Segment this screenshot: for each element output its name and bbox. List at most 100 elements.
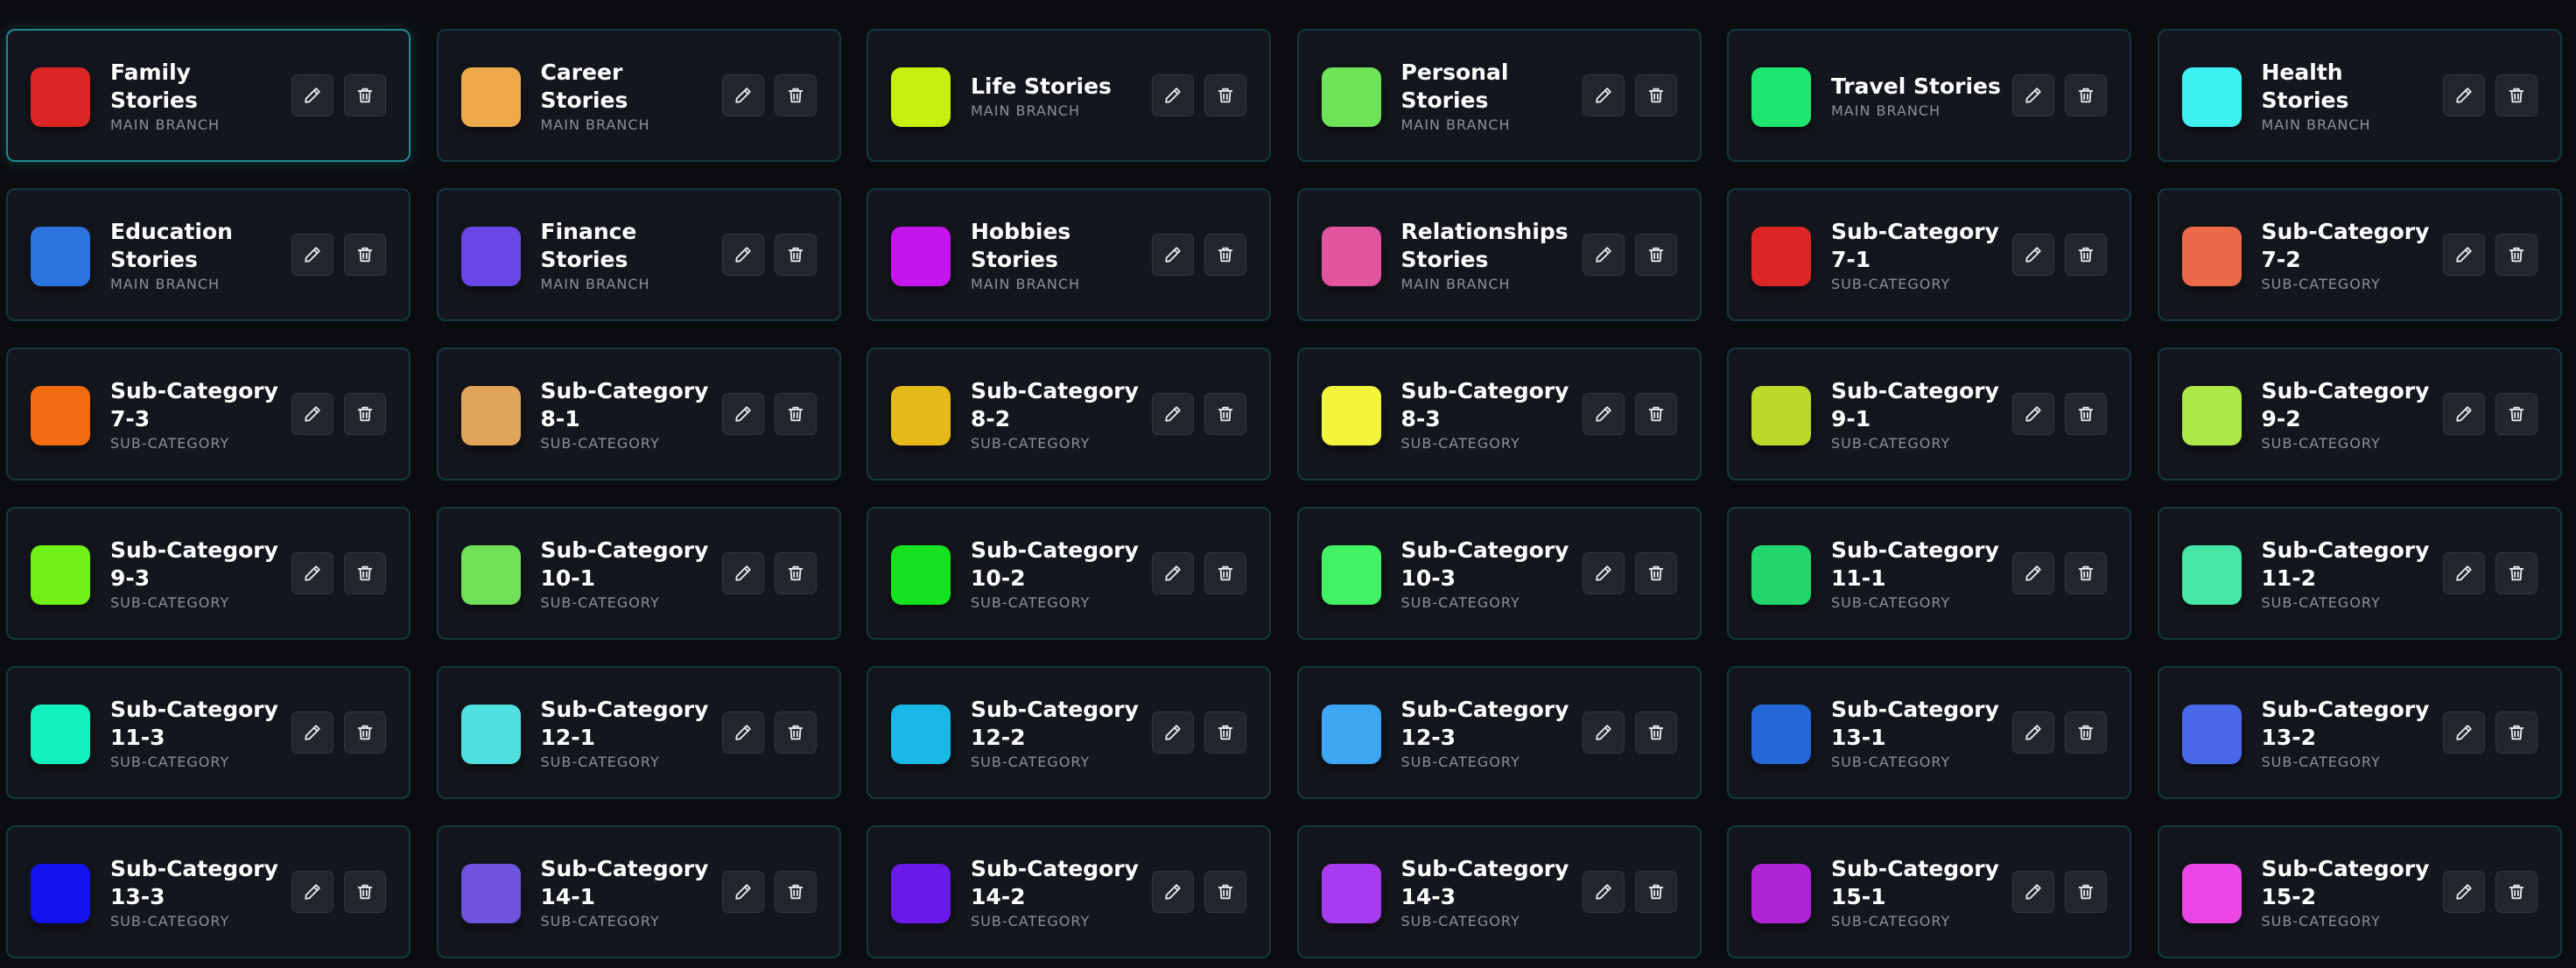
category-card[interactable]: Sub-Category 7-2 SUB-CATEGORY xyxy=(2157,188,2562,321)
category-card[interactable]: Sub-Category 13-2 SUB-CATEGORY xyxy=(2157,666,2562,799)
delete-button[interactable] xyxy=(344,393,386,435)
edit-button[interactable] xyxy=(2442,552,2485,594)
delete-button[interactable] xyxy=(774,712,817,754)
delete-button[interactable] xyxy=(344,712,386,754)
delete-button[interactable] xyxy=(1634,74,1677,116)
category-card[interactable]: Sub-Category 7-3 SUB-CATEGORY xyxy=(6,347,411,480)
category-card[interactable]: Hobbies Stories MAIN BRANCH xyxy=(867,188,1271,321)
edit-button[interactable] xyxy=(2442,74,2485,116)
edit-button[interactable] xyxy=(1152,552,1194,594)
delete-button[interactable] xyxy=(2065,552,2107,594)
edit-button[interactable] xyxy=(2442,393,2485,435)
edit-button[interactable] xyxy=(291,712,333,754)
edit-button[interactable] xyxy=(1152,234,1194,276)
category-card[interactable]: Family Stories MAIN BRANCH xyxy=(6,29,411,162)
category-card[interactable]: Sub-Category 9-3 SUB-CATEGORY xyxy=(6,507,411,640)
category-card[interactable]: Sub-Category 13-3 SUB-CATEGORY xyxy=(6,825,411,958)
edit-button[interactable] xyxy=(721,871,764,913)
category-card[interactable]: Sub-Category 11-2 SUB-CATEGORY xyxy=(2157,507,2562,640)
edit-button[interactable] xyxy=(721,552,764,594)
category-card[interactable]: Sub-Category 14-2 SUB-CATEGORY xyxy=(867,825,1271,958)
edit-button[interactable] xyxy=(2442,712,2485,754)
delete-button[interactable] xyxy=(344,871,386,913)
edit-button[interactable] xyxy=(1582,74,1625,116)
category-card[interactable]: Sub-Category 8-2 SUB-CATEGORY xyxy=(867,347,1271,480)
delete-button[interactable] xyxy=(1634,393,1677,435)
category-card[interactable]: Sub-Category 14-3 SUB-CATEGORY xyxy=(1296,825,1702,958)
category-card[interactable]: Sub-Category 14-1 SUB-CATEGORY xyxy=(436,825,841,958)
category-card[interactable]: Relationships Stories MAIN BRANCH xyxy=(1296,188,1702,321)
category-card[interactable]: Sub-Category 13-1 SUB-CATEGORY xyxy=(1727,666,2131,799)
edit-button[interactable] xyxy=(2442,871,2485,913)
category-card[interactable]: Travel Stories MAIN BRANCH xyxy=(1727,29,2131,162)
delete-button[interactable] xyxy=(1634,552,1677,594)
delete-button[interactable] xyxy=(2495,74,2537,116)
delete-button[interactable] xyxy=(1634,871,1677,913)
delete-button[interactable] xyxy=(2495,393,2537,435)
edit-button[interactable] xyxy=(721,712,764,754)
category-card[interactable]: Health Stories MAIN BRANCH xyxy=(2157,29,2562,162)
category-card[interactable]: Sub-Category 10-2 SUB-CATEGORY xyxy=(867,507,1271,640)
delete-button[interactable] xyxy=(2495,234,2537,276)
delete-button[interactable] xyxy=(344,234,386,276)
delete-button[interactable] xyxy=(1634,234,1677,276)
delete-button[interactable] xyxy=(2065,74,2107,116)
category-card[interactable]: Sub-Category 8-1 SUB-CATEGORY xyxy=(436,347,841,480)
delete-button[interactable] xyxy=(774,393,817,435)
category-card[interactable]: Sub-Category 15-1 SUB-CATEGORY xyxy=(1727,825,2131,958)
delete-button[interactable] xyxy=(1204,871,1246,913)
edit-button[interactable] xyxy=(721,393,764,435)
edit-button[interactable] xyxy=(2012,74,2054,116)
category-card[interactable]: Sub-Category 11-3 SUB-CATEGORY xyxy=(6,666,411,799)
edit-button[interactable] xyxy=(2012,712,2054,754)
category-card[interactable]: Sub-Category 15-2 SUB-CATEGORY xyxy=(2157,825,2562,958)
edit-button[interactable] xyxy=(1582,393,1625,435)
delete-button[interactable] xyxy=(2495,712,2537,754)
category-card[interactable]: Sub-Category 9-1 SUB-CATEGORY xyxy=(1727,347,2131,480)
category-card[interactable]: Life Stories MAIN BRANCH xyxy=(867,29,1271,162)
category-card[interactable]: Sub-Category 12-3 SUB-CATEGORY xyxy=(1296,666,1702,799)
category-card[interactable]: Education Stories MAIN BRANCH xyxy=(6,188,411,321)
delete-button[interactable] xyxy=(344,552,386,594)
edit-button[interactable] xyxy=(1582,552,1625,594)
edit-button[interactable] xyxy=(2012,871,2054,913)
edit-button[interactable] xyxy=(1152,712,1194,754)
delete-button[interactable] xyxy=(2495,552,2537,594)
delete-button[interactable] xyxy=(774,234,817,276)
delete-button[interactable] xyxy=(774,871,817,913)
edit-button[interactable] xyxy=(291,234,333,276)
delete-button[interactable] xyxy=(2065,712,2107,754)
edit-button[interactable] xyxy=(1582,712,1625,754)
delete-button[interactable] xyxy=(1634,712,1677,754)
category-card[interactable]: Sub-Category 10-3 SUB-CATEGORY xyxy=(1296,507,1702,640)
category-card[interactable]: Sub-Category 12-2 SUB-CATEGORY xyxy=(867,666,1271,799)
edit-button[interactable] xyxy=(291,74,333,116)
delete-button[interactable] xyxy=(2065,393,2107,435)
edit-button[interactable] xyxy=(2012,552,2054,594)
edit-button[interactable] xyxy=(1152,871,1194,913)
category-card[interactable]: Sub-Category 12-1 SUB-CATEGORY xyxy=(436,666,841,799)
category-card[interactable]: Finance Stories MAIN BRANCH xyxy=(436,188,841,321)
delete-button[interactable] xyxy=(2065,871,2107,913)
edit-button[interactable] xyxy=(291,871,333,913)
edit-button[interactable] xyxy=(291,552,333,594)
edit-button[interactable] xyxy=(1582,871,1625,913)
edit-button[interactable] xyxy=(2442,234,2485,276)
category-card[interactable]: Sub-Category 10-1 SUB-CATEGORY xyxy=(436,507,841,640)
delete-button[interactable] xyxy=(774,552,817,594)
edit-button[interactable] xyxy=(291,393,333,435)
delete-button[interactable] xyxy=(2065,234,2107,276)
category-card[interactable]: Personal Stories MAIN BRANCH xyxy=(1296,29,1702,162)
category-card[interactable]: Sub-Category 7-1 SUB-CATEGORY xyxy=(1727,188,2131,321)
category-card[interactable]: Sub-Category 9-2 SUB-CATEGORY xyxy=(2157,347,2562,480)
edit-button[interactable] xyxy=(2012,393,2054,435)
edit-button[interactable] xyxy=(721,234,764,276)
category-card[interactable]: Career Stories MAIN BRANCH xyxy=(436,29,841,162)
delete-button[interactable] xyxy=(1204,74,1246,116)
delete-button[interactable] xyxy=(774,74,817,116)
edit-button[interactable] xyxy=(2012,234,2054,276)
edit-button[interactable] xyxy=(721,74,764,116)
delete-button[interactable] xyxy=(1204,393,1246,435)
edit-button[interactable] xyxy=(1152,74,1194,116)
edit-button[interactable] xyxy=(1582,234,1625,276)
